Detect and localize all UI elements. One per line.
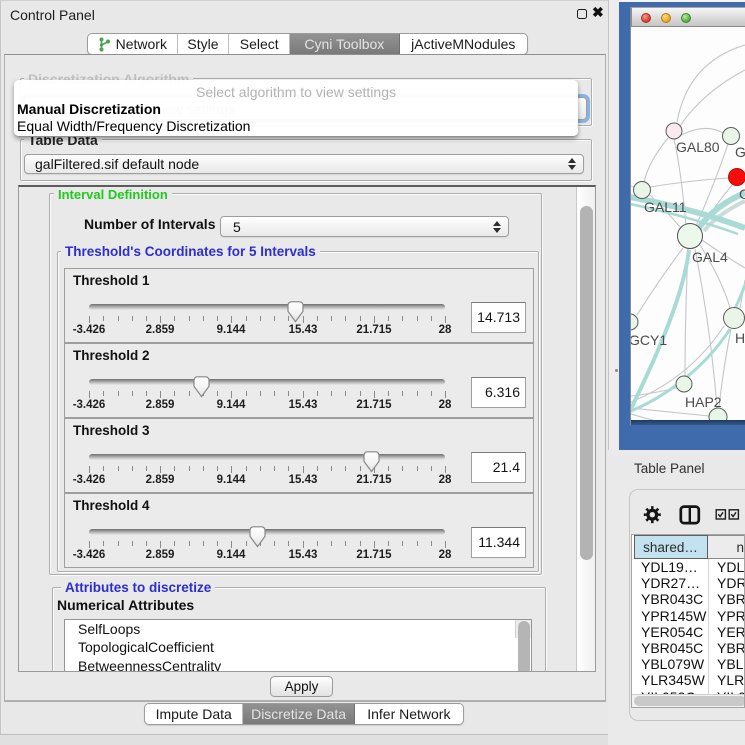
svg-text:H: H [735, 330, 745, 346]
svg-text:C: C [739, 186, 745, 202]
svg-text:GCY1: GCY1 [631, 332, 667, 348]
svg-text:GAL80: GAL80 [676, 139, 720, 155]
svg-text:GAL11: GAL11 [644, 199, 687, 215]
svg-text:GAL4: GAL4 [692, 249, 728, 265]
svg-text:GA: GA [735, 144, 745, 160]
svg-text:HAP2: HAP2 [685, 394, 722, 410]
